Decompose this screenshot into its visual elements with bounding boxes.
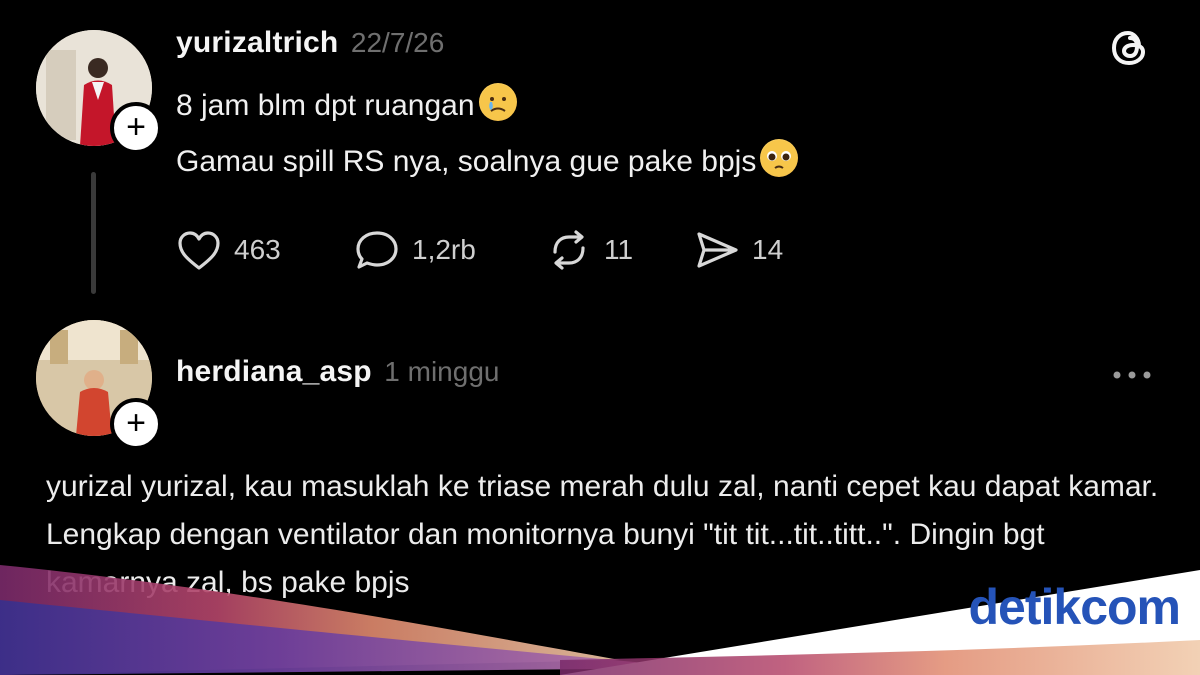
repost-count: 11 — [604, 234, 634, 265]
detikcom-logo: detikcom — [968, 578, 1181, 636]
comment-icon — [356, 231, 398, 269]
repost-button[interactable]: 11 — [546, 228, 633, 272]
post-username[interactable]: yurizaltrich — [176, 26, 338, 59]
more-options-icon[interactable] — [1110, 360, 1154, 395]
like-count: 463 — [234, 234, 281, 265]
share-button[interactable]: 14 — [694, 228, 783, 272]
thread-line — [91, 172, 96, 294]
crying-face-icon — [478, 83, 517, 121]
reply-time: 1 minggu — [384, 356, 500, 387]
logo-part-1: detik — [968, 579, 1081, 635]
reply-count: 1,2rb — [412, 234, 476, 265]
follow-button[interactable]: + — [110, 102, 162, 154]
heart-icon — [178, 231, 220, 270]
repost-icon — [553, 230, 585, 270]
logo-part-2: com — [1080, 579, 1181, 635]
post-line-1-text: 8 jam blm dpt ruangan — [176, 89, 475, 122]
send-icon — [697, 232, 738, 268]
post-header: yurizaltrich 22/7/26 — [176, 26, 444, 60]
follow-button-reply[interactable]: + — [110, 398, 162, 450]
like-button[interactable]: 463 — [176, 228, 281, 272]
share-count: 14 — [752, 234, 784, 265]
threads-icon[interactable] — [1108, 26, 1152, 75]
post-line-1: 8 jam blm dpt ruangan — [176, 78, 517, 134]
reply-button[interactable]: 1,2rb — [354, 228, 476, 272]
reply-header: herdiana_asp 1 minggu — [176, 355, 499, 389]
pleading-face-icon — [760, 139, 799, 177]
post-line-2-text: Gamau spill RS nya, soalnya gue pake bpj… — [176, 145, 757, 178]
reply-username[interactable]: herdiana_asp — [176, 355, 372, 388]
post-date: 22/7/26 — [350, 27, 445, 58]
post-line-2: Gamau spill RS nya, soalnya gue pake bpj… — [176, 134, 799, 190]
